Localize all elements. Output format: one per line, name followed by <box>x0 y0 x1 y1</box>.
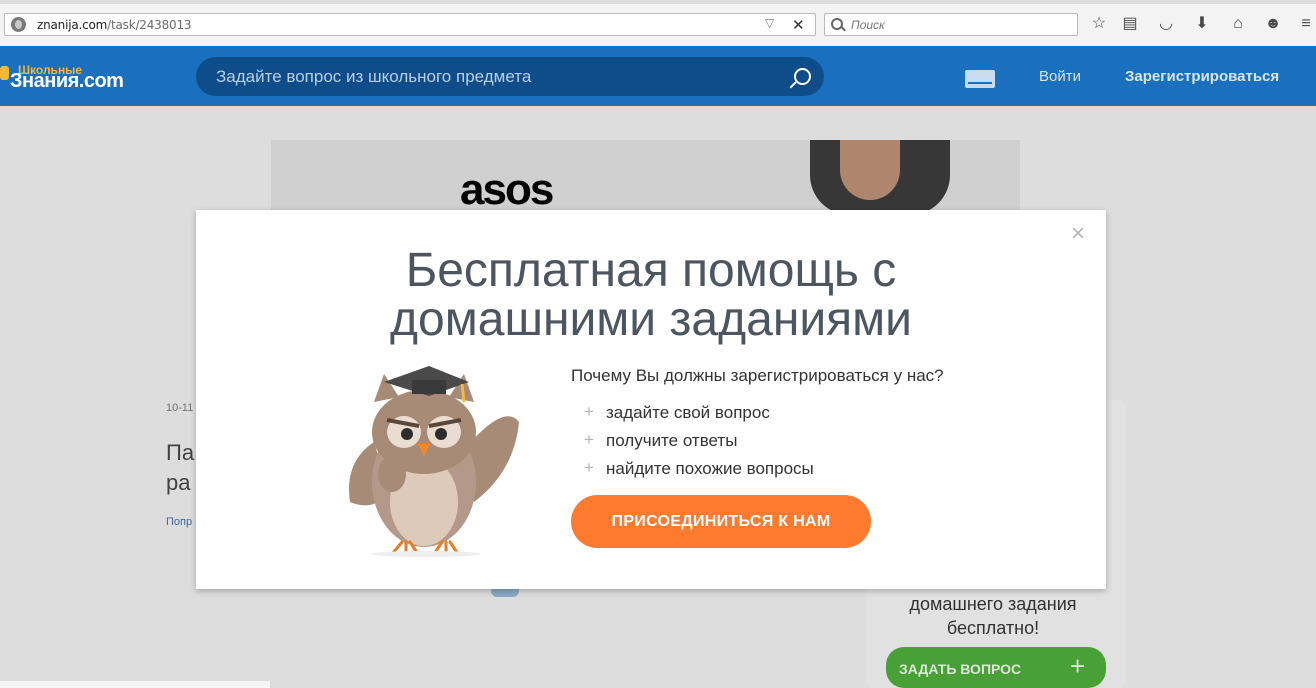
stop-icon[interactable]: ✕ <box>792 16 805 34</box>
mail-icon[interactable] <box>965 70 995 88</box>
pocket-icon[interactable]: ◡ <box>1156 14 1176 34</box>
signup-modal: × Бесплатная помощь с домашними заданиям… <box>196 210 1106 589</box>
owl-mascot-icon <box>349 366 519 557</box>
dropdown-arrow-icon[interactable]: ▽ <box>765 16 774 30</box>
site-search-input[interactable]: Задайте вопрос из школьного предмета <box>196 57 824 96</box>
search-icon[interactable] <box>794 68 811 85</box>
benefit-text: задайте свой вопрос <box>606 403 770 422</box>
url-path: /task/2438013 <box>107 18 192 32</box>
site-search-placeholder: Задайте вопрос из школьного предмета <box>216 67 532 86</box>
benefit-text: получите ответы <box>606 431 738 450</box>
globe-icon <box>11 17 26 32</box>
menu-icon[interactable]: ≡ <box>1296 14 1316 34</box>
search-icon <box>831 18 843 30</box>
download-icon[interactable]: ⬇ <box>1192 14 1212 34</box>
close-icon[interactable]: × <box>1071 222 1085 246</box>
browser-toolbar: znanija.com/task/2438013 ▽ ✕ Поиск ☆ ▤ ◡… <box>0 0 1316 47</box>
home-icon[interactable]: ⌂ <box>1228 14 1248 34</box>
why-register-text: Почему Вы должны зарегистрироваться у на… <box>571 366 944 385</box>
browser-search-placeholder: Поиск <box>851 18 885 32</box>
modal-title-line: Бесплатная помощь с <box>405 244 897 297</box>
plus-icon: + <box>584 430 594 449</box>
smiley-icon[interactable]: ☻ <box>1263 14 1283 34</box>
logo-mark-icon <box>0 66 9 80</box>
reading-list-icon[interactable]: ▤ <box>1120 14 1140 34</box>
register-link[interactable]: Зарегистрироваться <box>1125 68 1279 85</box>
address-bar[interactable]: znanija.com/task/2438013 ▽ ✕ <box>4 13 816 36</box>
tab-strip <box>0 0 1316 4</box>
join-button[interactable]: ПРИСОЕДИНИТЬСЯ К НАМ <box>571 495 871 548</box>
url-text: znanija.com/task/2438013 <box>37 18 192 32</box>
benefit-text: найдите похожие вопросы <box>606 459 814 478</box>
url-domain: znanija.com <box>37 18 108 32</box>
modal-title: Бесплатная помощь с домашними заданиями <box>296 246 1006 344</box>
bookmark-star-icon[interactable]: ☆ <box>1089 14 1109 34</box>
plus-icon: + <box>584 402 594 421</box>
browser-search-input[interactable]: Поиск <box>824 13 1078 36</box>
plus-icon: + <box>584 458 594 477</box>
modal-title-line: домашними заданиями <box>390 293 912 346</box>
login-link[interactable]: Войти <box>1039 68 1081 85</box>
site-header: Школьные Знания.com Задайте вопрос из шк… <box>0 46 1316 106</box>
site-logo[interactable]: Знания.com <box>10 70 124 93</box>
